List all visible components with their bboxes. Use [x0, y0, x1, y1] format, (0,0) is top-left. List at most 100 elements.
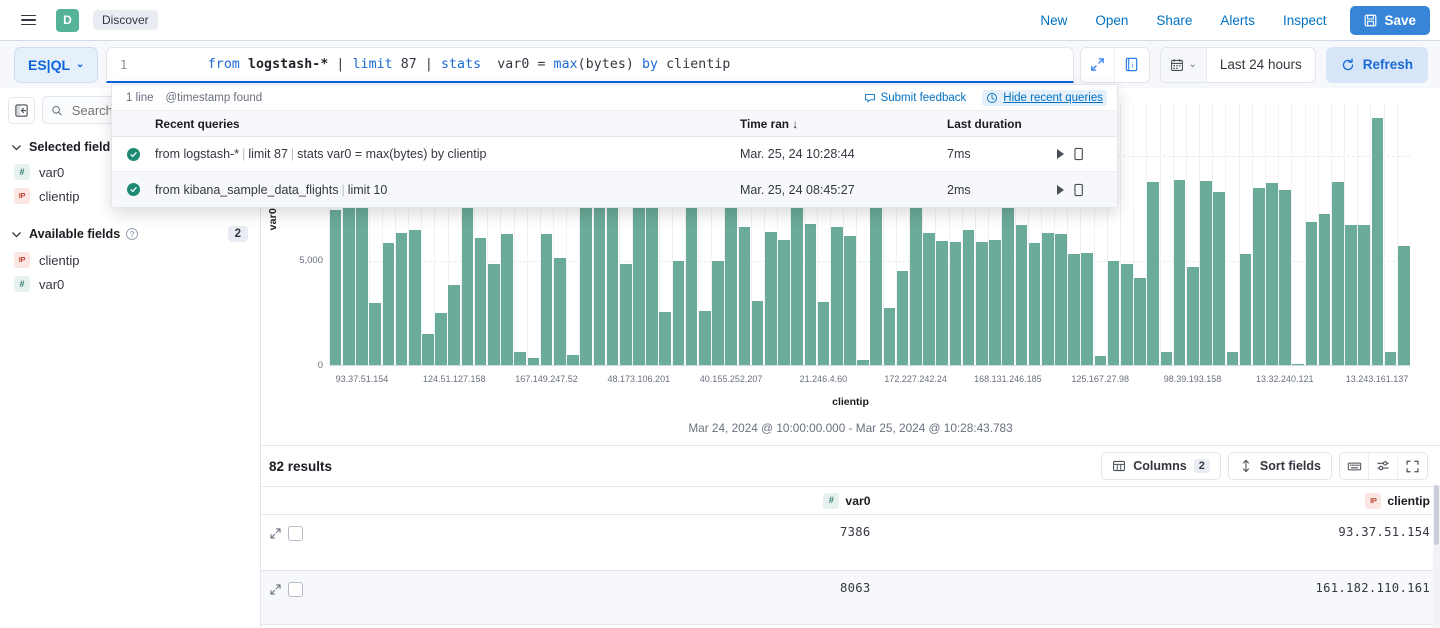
- display-options-icon[interactable]: [1369, 453, 1398, 479]
- chart-bar[interactable]: [739, 227, 751, 365]
- chart-bar[interactable]: [1292, 364, 1304, 365]
- chart-bar[interactable]: [383, 243, 395, 365]
- chart-bar[interactable]: [1266, 183, 1278, 365]
- submit-feedback-button[interactable]: Submit feedback: [864, 92, 967, 104]
- chart-bar[interactable]: [422, 334, 434, 365]
- chart-bar[interactable]: [1345, 225, 1357, 365]
- collapse-sidebar-icon[interactable]: [8, 97, 35, 124]
- play-icon[interactable]: [1057, 185, 1064, 195]
- chart-bar[interactable]: [976, 242, 988, 365]
- breadcrumb-discover[interactable]: Discover: [93, 10, 158, 30]
- language-switcher-esql[interactable]: ES|QL ⌄: [14, 47, 98, 83]
- grid-header-clientip[interactable]: IP clientip: [881, 493, 1440, 509]
- hide-recent-queries-button[interactable]: Hide recent queries: [982, 90, 1107, 106]
- chart-bar[interactable]: [567, 355, 579, 365]
- grid-scrollbar[interactable]: [1433, 485, 1440, 628]
- chart-bar[interactable]: [1332, 182, 1344, 365]
- copy-icon[interactable]: [1072, 147, 1086, 161]
- chart-bar[interactable]: [1385, 352, 1397, 365]
- grid-header-var0[interactable]: # var0: [321, 493, 881, 509]
- space-avatar[interactable]: D: [56, 9, 79, 32]
- columns-button[interactable]: Columns 2: [1101, 452, 1221, 480]
- rq-header-time-ran[interactable]: Time ran ↓: [740, 117, 947, 131]
- chart-bar[interactable]: [989, 240, 1001, 365]
- esql-editor[interactable]: 1 from logstash-* | limit 87 | stats var…: [106, 47, 1073, 83]
- chart-bar[interactable]: [488, 264, 500, 365]
- chart-bar[interactable]: [659, 312, 671, 365]
- open-button[interactable]: Open: [1081, 13, 1142, 28]
- expand-arrows-icon[interactable]: [1081, 48, 1115, 82]
- chart-bar[interactable]: [1147, 182, 1159, 365]
- chart-bar[interactable]: [844, 236, 856, 365]
- chart-bar[interactable]: [1398, 246, 1410, 365]
- chart-bar[interactable]: [356, 185, 368, 365]
- chart-bar[interactable]: [1279, 190, 1291, 365]
- chart-bar[interactable]: [897, 271, 909, 365]
- chart-bar[interactable]: [475, 238, 487, 365]
- chart-bar[interactable]: [369, 303, 381, 365]
- sidebar-field-clientip[interactable]: IP clientip: [8, 248, 252, 272]
- chart-bar[interactable]: [1358, 225, 1370, 365]
- chart-bar[interactable]: [1161, 352, 1173, 365]
- copy-icon[interactable]: [1072, 183, 1086, 197]
- chart-bar[interactable]: [1319, 214, 1331, 365]
- inspect-button[interactable]: Inspect: [1269, 13, 1341, 28]
- chart-bar[interactable]: [330, 210, 342, 365]
- hamburger-icon[interactable]: [14, 6, 42, 34]
- chart-bar[interactable]: [910, 185, 922, 365]
- chart-bar[interactable]: [765, 232, 777, 365]
- expand-row-icon[interactable]: [269, 527, 282, 540]
- chart-bar[interactable]: [1042, 233, 1054, 365]
- chart-bar[interactable]: [923, 233, 935, 365]
- chart-bar[interactable]: [528, 358, 540, 365]
- chart-bar[interactable]: [831, 227, 843, 365]
- fullscreen-icon[interactable]: [1398, 453, 1427, 479]
- chart-bar[interactable]: [884, 308, 896, 365]
- chart-bar[interactable]: [857, 360, 869, 365]
- chart-bar[interactable]: [712, 261, 724, 365]
- chart-bar[interactable]: [409, 230, 421, 365]
- chart-bar[interactable]: [699, 311, 711, 365]
- chart-bar[interactable]: [1253, 188, 1265, 365]
- chart-bar[interactable]: [1081, 253, 1093, 365]
- expand-row-icon[interactable]: [269, 583, 282, 596]
- chart-bar[interactable]: [963, 230, 975, 365]
- chart-bar[interactable]: [1121, 264, 1133, 365]
- chart-bar[interactable]: [1306, 222, 1318, 365]
- chart-bar[interactable]: [1227, 352, 1239, 365]
- chart-bar[interactable]: [1029, 243, 1041, 365]
- save-button[interactable]: Save: [1350, 6, 1430, 35]
- recent-query-row[interactable]: from logstash-*|limit 87|stats var0 = ma…: [112, 137, 1117, 172]
- chart-bar[interactable]: [1240, 254, 1252, 365]
- keyboard-icon[interactable]: [1340, 453, 1369, 479]
- chart-bar[interactable]: [1187, 267, 1199, 366]
- chart-bar[interactable]: [448, 285, 460, 365]
- chart-bar[interactable]: [1213, 192, 1225, 365]
- chart-bar[interactable]: [1016, 225, 1028, 365]
- chart-bar[interactable]: [1068, 254, 1080, 365]
- table-row[interactable]: 8063 161.182.110.161: [261, 570, 1440, 625]
- chart-bar[interactable]: [752, 301, 764, 365]
- chart-bar[interactable]: [462, 191, 474, 365]
- table-row[interactable]: 7386 93.37.51.154: [261, 515, 1440, 570]
- chart-bar[interactable]: [1200, 181, 1212, 365]
- chart-bar[interactable]: [1134, 278, 1146, 365]
- chart-bar[interactable]: [818, 302, 830, 365]
- chart-bar[interactable]: [580, 201, 592, 365]
- chart-bar[interactable]: [620, 264, 632, 365]
- chart-bar[interactable]: [936, 241, 948, 365]
- chart-bar[interactable]: [501, 234, 513, 365]
- chart-bar[interactable]: [1095, 356, 1107, 365]
- chart-bar[interactable]: [673, 261, 685, 365]
- play-icon[interactable]: [1057, 149, 1064, 159]
- chart-bar[interactable]: [686, 202, 698, 365]
- chart-bar[interactable]: [435, 313, 447, 365]
- help-icon[interactable]: ?: [126, 228, 138, 240]
- esql-query-text[interactable]: from logstash-* | limit 87 | stats var0 …: [129, 47, 730, 83]
- new-button[interactable]: New: [1026, 13, 1081, 28]
- chart-bar[interactable]: [607, 196, 619, 365]
- recent-query-row[interactable]: from kibana_sample_data_flights|limit 10…: [112, 172, 1117, 207]
- chart-bar[interactable]: [1055, 234, 1067, 365]
- alerts-button[interactable]: Alerts: [1206, 13, 1269, 28]
- chart-bar[interactable]: [778, 240, 790, 365]
